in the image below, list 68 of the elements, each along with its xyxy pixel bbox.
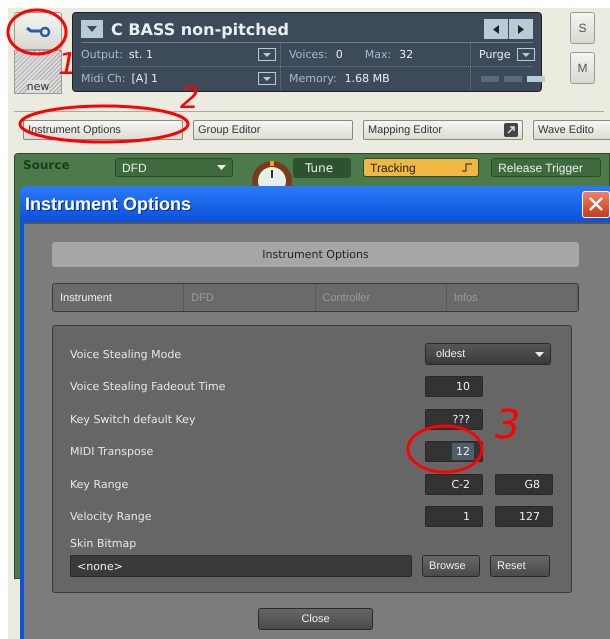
value-field[interactable]: ??? xyxy=(425,408,483,430)
skin-button[interactable]: Reset xyxy=(490,555,550,577)
midi-channel-dropdown[interactable] xyxy=(258,72,276,85)
max-label: Max: xyxy=(364,48,392,61)
value-field[interactable]: G8 xyxy=(495,474,553,495)
level-meter-icon xyxy=(481,76,545,82)
toggle-button[interactable]: Release Trigger xyxy=(491,158,602,177)
purge-dropdown[interactable] xyxy=(516,48,534,61)
wrench-button[interactable] xyxy=(14,12,62,50)
right-arrow-icon xyxy=(518,24,524,34)
toggle-button[interactable]: Tracking xyxy=(363,158,480,177)
setting-dropdown[interactable]: oldest xyxy=(425,343,551,366)
previous-button[interactable] xyxy=(484,19,508,39)
value-field[interactable]: 10 xyxy=(425,376,483,398)
setting-label: Voice Stealing Fadeout Time xyxy=(70,380,226,394)
setting-label: Key Switch default Key xyxy=(70,412,196,426)
value-field[interactable]: 1 xyxy=(425,506,483,528)
voices-label: Voices: xyxy=(289,48,328,61)
side-button[interactable]: S xyxy=(570,12,595,44)
memory-value: 1.68 MB xyxy=(344,72,390,85)
value-field[interactable]: 12 xyxy=(425,441,483,462)
tab[interactable]: Instrument xyxy=(53,284,184,311)
setting-label: Velocity Range xyxy=(70,510,153,524)
voices-value: 0 xyxy=(336,48,343,61)
wrench-icon xyxy=(25,25,51,37)
step-curve-icon xyxy=(462,163,472,172)
skin-bitmap-field[interactable]: <none> xyxy=(70,555,412,577)
close-button[interactable] xyxy=(582,190,610,218)
memory-label: Memory: xyxy=(289,72,337,85)
editor-tab[interactable]: Wave Edito xyxy=(533,120,610,140)
midi-channel-label: Midi Ch: xyxy=(81,72,126,85)
editor-tab[interactable]: Group Editor xyxy=(193,120,353,140)
dialog-heading: Instrument Options xyxy=(52,242,579,267)
instrument-name: C BASS non-pitched xyxy=(111,20,290,38)
value-field[interactable]: 127 xyxy=(495,506,553,528)
source-label: Source xyxy=(23,158,71,172)
close-icon xyxy=(589,197,603,211)
menu-dropdown-button[interactable] xyxy=(81,20,103,38)
editor-tab[interactable]: Instrument Options xyxy=(23,120,183,140)
output-label: Output: xyxy=(81,48,123,61)
dropdown-arrow-icon xyxy=(263,52,271,56)
popout-icon xyxy=(504,123,518,137)
dropdown-arrow-icon xyxy=(217,165,226,170)
max-value: 32 xyxy=(399,48,414,61)
setting-label: Key Range xyxy=(70,478,130,491)
dropdown-arrow-icon xyxy=(87,26,97,32)
output-dropdown[interactable] xyxy=(258,48,276,61)
dialog-title: Instrument Options xyxy=(25,194,191,214)
dropdown-arrow-icon xyxy=(263,76,271,80)
mode-dropdown[interactable]: DFD xyxy=(115,158,233,177)
purge-label: Purge xyxy=(479,48,510,61)
next-button[interactable] xyxy=(509,19,533,39)
dialog-close-button[interactable]: Close xyxy=(258,608,373,630)
annotation-number: 2 xyxy=(180,84,200,114)
left-arrow-icon xyxy=(493,24,499,34)
output-value: st. 1 xyxy=(128,48,153,61)
setting-label: MIDI Transpose xyxy=(70,445,154,458)
editor-tab[interactable]: Mapping Editor xyxy=(363,120,523,140)
midi-channel-value: [A] 1 xyxy=(131,72,158,85)
dropdown-arrow-icon xyxy=(535,352,544,357)
skin-bitmap-label: Skin Bitmap xyxy=(70,537,138,550)
tune-label: Tune xyxy=(293,158,352,178)
skin-button[interactable]: Browse xyxy=(422,555,480,577)
side-button[interactable]: M xyxy=(570,52,595,84)
annotation-number: 3 xyxy=(495,405,520,445)
setting-label: Voice Stealing Mode xyxy=(70,348,182,361)
value-field[interactable]: C-2 xyxy=(425,474,483,495)
dropdown-arrow-icon xyxy=(522,52,530,56)
